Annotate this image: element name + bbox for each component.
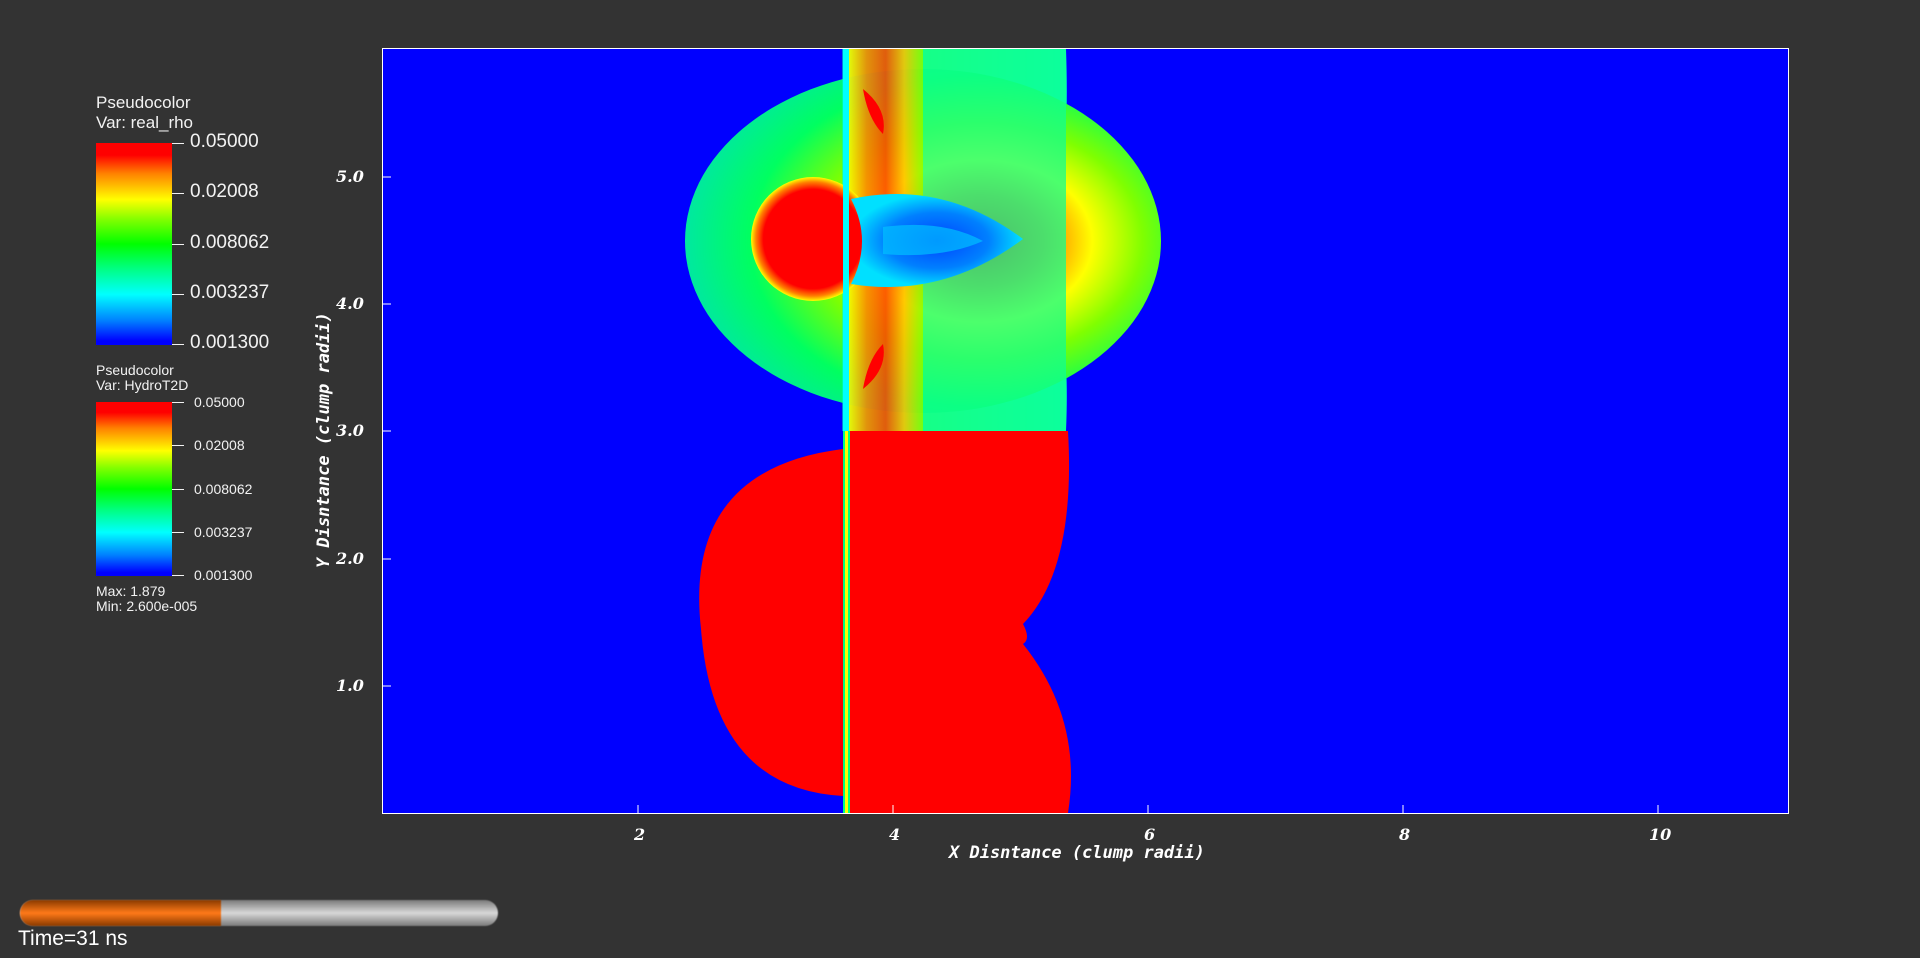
legend-temp-title: Pseudocolor xyxy=(96,362,174,378)
legend-rho-var: Var: real_rho xyxy=(96,113,194,132)
x-tick-label: 2 xyxy=(634,825,646,844)
legend-rho-tick xyxy=(172,344,184,345)
x-tick-label: 8 xyxy=(1399,825,1411,844)
y-tick-label: 4.0 xyxy=(336,294,364,313)
y-tick-label: 2.0 xyxy=(336,549,364,568)
x-axis-title: X Disntance (clump radii) xyxy=(949,843,1205,863)
y-tick-label: 3.0 xyxy=(336,421,364,440)
legend-temp-tick xyxy=(172,445,184,446)
legend-temp-tick xyxy=(172,575,184,576)
legend-temp-colorbar xyxy=(96,402,172,576)
legend-temp-label: 0.008062 xyxy=(194,481,253,497)
legend-temp-label: 0.003237 xyxy=(194,524,253,540)
legend-temp-tick xyxy=(172,532,184,533)
legend-rho-colorbar xyxy=(96,143,172,345)
plot-field xyxy=(383,49,1788,813)
legend-rho-tick xyxy=(172,143,184,144)
time-label: Time=31 ns xyxy=(18,927,128,950)
x-tick-label: 6 xyxy=(1144,825,1156,844)
y-tick-label: 1.0 xyxy=(336,676,364,695)
y-axis-title: Y Disntance (clump radii) xyxy=(314,312,334,568)
legend-temp-label: 0.02008 xyxy=(194,437,245,453)
legend-rho-tick xyxy=(172,244,184,245)
pseudocolor-plot[interactable] xyxy=(382,48,1789,814)
legend-temp-tick xyxy=(172,489,184,490)
legend-rho-label: 0.02008 xyxy=(190,181,259,202)
legend-temp-label: 0.001300 xyxy=(194,567,253,583)
time-slider-fill[interactable] xyxy=(20,900,221,926)
legend-rho-label: 0.008062 xyxy=(190,232,270,253)
legend-rho-title: Pseudocolor xyxy=(96,93,191,112)
legend-temp-label: 0.05000 xyxy=(194,394,245,410)
x-tick-label: 4 xyxy=(889,825,901,844)
legend-rho-label: 0.05000 xyxy=(190,131,259,152)
legend-rho-label: 0.003237 xyxy=(190,282,270,303)
legend-temp-min: Min: 2.600e-005 xyxy=(96,598,198,614)
legend-rho-tick xyxy=(172,294,184,295)
legend-temp-var: Var: HydroT2D xyxy=(96,377,189,393)
legend-rho-tick xyxy=(172,193,184,194)
legend-temp-max: Max: 1.879 xyxy=(96,583,166,599)
legend-temp-tick xyxy=(172,402,184,403)
y-tick-label: 5.0 xyxy=(336,167,364,186)
legend-rho-label: 0.001300 xyxy=(190,332,270,353)
x-tick-label: 10 xyxy=(1649,825,1672,844)
